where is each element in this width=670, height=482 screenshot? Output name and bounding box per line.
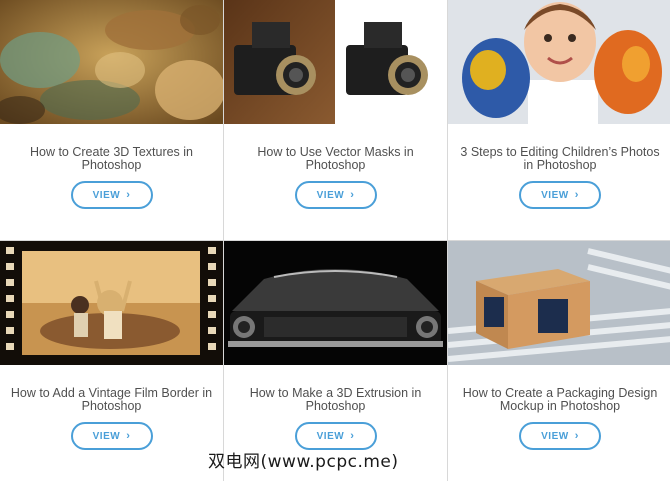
article-card: 3 Steps to Editing Children’s Photos in … bbox=[448, 0, 670, 240]
chevron-right-icon: › bbox=[350, 430, 355, 442]
view-button[interactable]: VIEW › bbox=[294, 422, 377, 450]
article-title[interactable]: How to Create 3D Textures in Photoshop bbox=[8, 146, 215, 172]
article-grid: How to Create 3D Textures in Photoshop V… bbox=[0, 0, 670, 482]
article-title[interactable]: How to Add a Vintage Film Border in Phot… bbox=[8, 387, 215, 413]
article-card: How to Create a Packaging Design Mockup … bbox=[448, 241, 670, 482]
view-button[interactable]: VIEW › bbox=[519, 422, 601, 450]
article-card: How to Add a Vintage Film Border in Phot… bbox=[0, 241, 223, 482]
chevron-right-icon: › bbox=[574, 189, 579, 201]
article-card: How to Make a 3D Extrusion in Photoshop … bbox=[224, 241, 447, 482]
chevron-right-icon: › bbox=[350, 189, 355, 201]
article-thumbnail-box[interactable] bbox=[448, 241, 670, 365]
article-thumbnail-child[interactable] bbox=[448, 0, 670, 124]
article-title[interactable]: How to Use Vector Masks in Photoshop bbox=[232, 146, 439, 172]
article-card: How to Use Vector Masks in Photoshop VIE… bbox=[224, 0, 447, 240]
chevron-right-icon: › bbox=[574, 430, 579, 442]
article-thumbnail-camera[interactable] bbox=[224, 0, 447, 124]
article-title[interactable]: How to Make a 3D Extrusion in Photoshop bbox=[232, 387, 439, 413]
watermark-text: 双电网(www.pcpc.me) bbox=[208, 452, 399, 472]
chevron-right-icon: › bbox=[126, 189, 131, 201]
article-thumbnail-car[interactable] bbox=[224, 241, 447, 365]
article-title[interactable]: How to Create a Packaging Design Mockup … bbox=[456, 387, 664, 413]
view-button[interactable]: VIEW › bbox=[70, 181, 153, 209]
view-button-label: VIEW bbox=[541, 430, 569, 442]
article-thumbnail-texture[interactable] bbox=[0, 0, 223, 124]
chevron-right-icon: › bbox=[126, 430, 131, 442]
view-button-label: VIEW bbox=[541, 189, 569, 201]
article-thumbnail-film[interactable] bbox=[0, 241, 223, 365]
view-button-label: VIEW bbox=[316, 430, 345, 442]
view-button-label: VIEW bbox=[92, 430, 121, 442]
view-button[interactable]: VIEW › bbox=[294, 181, 377, 209]
view-button[interactable]: VIEW › bbox=[70, 422, 153, 450]
article-title[interactable]: 3 Steps to Editing Children’s Photos in … bbox=[456, 146, 664, 172]
view-button[interactable]: VIEW › bbox=[519, 181, 601, 209]
view-button-label: VIEW bbox=[92, 189, 121, 201]
view-button-label: VIEW bbox=[316, 189, 345, 201]
article-card: How to Create 3D Textures in Photoshop V… bbox=[0, 0, 223, 240]
